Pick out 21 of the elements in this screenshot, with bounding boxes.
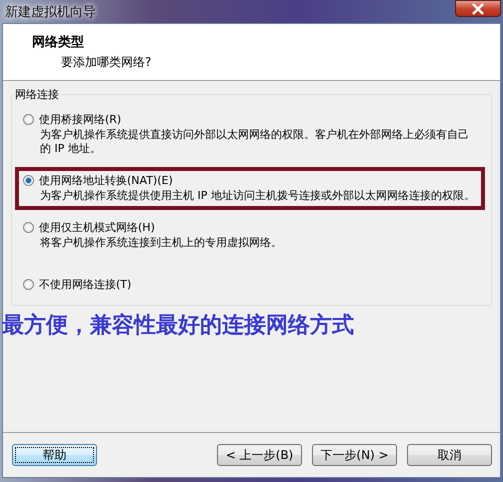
dialog-button[interactable]: 下一步(N) > [312,444,397,466]
option-description: 为客户机操作系统提供使用主机 IP 地址访问主机拨号连接或外部以太网网络连接的权限。 [40,189,476,203]
option-label[interactable]: 不使用网络连接(T) [39,277,132,292]
close-icon [471,2,485,14]
option-label[interactable]: 使用仅主机模式网络(H) [39,220,155,235]
option-description: 将客户机操作系统连接到主机上的专用虚拟网络。 [40,236,283,250]
radio-button[interactable] [23,222,34,233]
page-title: 网络类型 [32,34,85,51]
dialog-button[interactable]: 帮助 [12,444,97,466]
dialog-button[interactable]: < 上一步(B) [217,444,302,466]
page-subtitle: 要添加哪类网络? [61,54,152,71]
window-title: 新建虚拟机向导 [5,4,96,20]
radio-button[interactable] [23,114,34,125]
option-description: 为客户机操作系统提供直接访问外部以太网网络的权限。客户机在外部网络上必须有自己的 IP 地址。 [40,128,470,156]
radio-button[interactable] [23,175,34,186]
close-button[interactable] [455,0,501,17]
radio-button[interactable] [23,279,34,290]
option-label[interactable]: 使用网络地址转换(NAT)(E) [39,173,173,188]
option-label[interactable]: 使用桥接网络(R) [39,112,122,127]
group-label: 网络连接 [14,87,60,102]
dialog-button[interactable]: 取消 [407,444,492,466]
